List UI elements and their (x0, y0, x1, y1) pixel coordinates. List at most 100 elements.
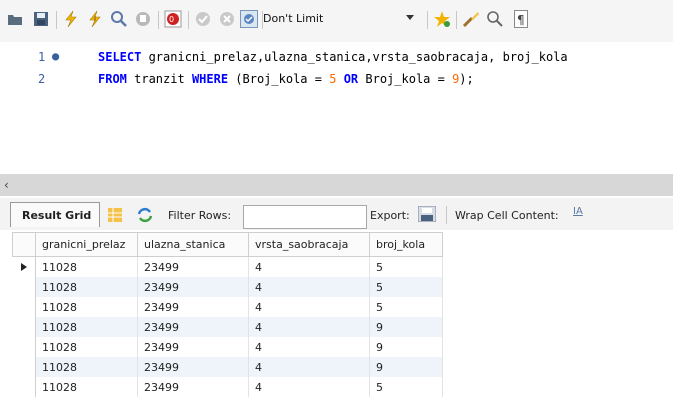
table-cell[interactable]: 4 (248, 337, 370, 357)
sql-text: (Broj_kola = (228, 72, 330, 86)
row-marker[interactable] (12, 256, 36, 277)
current-row-arrow-icon (20, 262, 27, 271)
chevron-down-icon (406, 15, 414, 20)
filter-rows-label: Filter Rows: (168, 209, 232, 222)
svg-text:¶: ¶ (517, 13, 525, 27)
magnifier-icon[interactable] (486, 10, 504, 28)
horizontal-scrollbar[interactable]: ‹ (0, 174, 673, 196)
table-cell[interactable]: 11028 (35, 337, 138, 357)
filter-rows-input[interactable] (243, 205, 367, 229)
sql-text: granicni_prelaz,ulazna_stanica,vrsta_sao… (141, 50, 568, 64)
table-row[interactable]: 11028 23499 4 9 (12, 317, 443, 337)
table-cell[interactable]: 23499 (137, 256, 249, 277)
limit-rows-select[interactable]: Don't Limit (257, 9, 415, 31)
table-cell[interactable]: 4 (248, 317, 370, 337)
table-cell[interactable]: 5 (369, 377, 443, 397)
sql-code: SELECT granicni_prelaz,ulazna_stanica,vr… (98, 46, 568, 68)
table-cell[interactable]: 9 (369, 337, 443, 357)
table-cell[interactable]: 9 (369, 317, 443, 337)
sql-code: FROM tranzit WHERE (Broj_kola = 5 OR Bro… (98, 68, 474, 90)
scroll-left-icon[interactable]: ‹ (4, 178, 9, 192)
column-header[interactable]: granicni_prelaz (35, 232, 138, 257)
explain-icon[interactable] (110, 10, 128, 28)
column-header[interactable]: broj_kola (369, 232, 443, 257)
table-cell[interactable]: 5 (369, 277, 443, 297)
grid-header-row: granicni_prelaz ulazna_stanica vrsta_sao… (12, 232, 443, 257)
table-cell[interactable]: 23499 (137, 377, 249, 397)
stop-on-error-icon[interactable]: 0 (164, 10, 182, 28)
table-row[interactable]: 11028 23499 4 5 (12, 277, 443, 297)
sql-keyword: WHERE (191, 72, 229, 86)
add-to-snippets-icon[interactable] (433, 10, 451, 28)
table-row[interactable]: 11028 23499 4 5 (12, 297, 443, 317)
table-cell[interactable]: 23499 (137, 277, 249, 297)
row-marker-header (12, 232, 36, 257)
table-cell[interactable]: 5 (369, 297, 443, 317)
editor-line[interactable]: 1 ● SELECT granicni_prelaz,ulazna_stanica,… (0, 46, 673, 68)
execute-selection-icon[interactable]: I (86, 10, 104, 28)
table-cell[interactable]: 23499 (137, 297, 249, 317)
sql-text: tranzit (126, 72, 192, 86)
table-cell[interactable]: 11028 (35, 377, 138, 397)
beautify-icon[interactable] (462, 10, 480, 28)
table-cell[interactable]: 23499 (137, 337, 249, 357)
limit-rows-value: Don't Limit (263, 12, 324, 25)
row-marker[interactable] (12, 297, 36, 317)
autocommit-icon[interactable] (240, 10, 258, 28)
row-marker[interactable] (12, 337, 36, 357)
svg-text:I: I (94, 15, 96, 23)
line-number: 1 (38, 50, 46, 64)
invisible-chars-icon[interactable]: ¶ (512, 10, 530, 28)
row-marker[interactable] (12, 277, 36, 297)
commit-icon[interactable] (194, 10, 212, 28)
sql-editor-toolbar: I 0 Don't Limit ¶ (0, 0, 673, 42)
sql-text: Broj_kola = (358, 72, 453, 86)
export-icon[interactable] (417, 205, 437, 225)
grid-view-icon[interactable] (108, 208, 122, 225)
table-row[interactable]: 11028 23499 4 9 (12, 357, 443, 377)
editor-line[interactable]: 2 FROM tranzit WHERE (Broj_kola = 5 OR Br… (0, 68, 673, 90)
sql-keyword: OR (343, 72, 359, 86)
svg-text:0: 0 (169, 15, 174, 24)
table-cell[interactable]: 11028 (35, 277, 138, 297)
table-cell[interactable]: 4 (248, 357, 370, 377)
table-cell[interactable]: 4 (248, 277, 370, 297)
table-cell[interactable]: 4 (248, 256, 370, 277)
sql-keyword: SELECT (98, 50, 142, 64)
save-icon[interactable] (32, 10, 50, 28)
table-row[interactable]: 11028 23499 4 5 (12, 256, 443, 277)
table-cell[interactable]: 4 (248, 297, 370, 317)
row-marker[interactable] (12, 317, 36, 337)
table-cell[interactable]: 23499 (137, 357, 249, 377)
table-cell[interactable]: 9 (369, 357, 443, 377)
export-label: Export: (370, 209, 410, 222)
table-cell[interactable]: 11028 (35, 256, 138, 277)
column-header[interactable]: ulazna_stanica (137, 232, 249, 257)
refresh-icon[interactable] (137, 207, 153, 226)
statement-marker-icon: ● (52, 49, 60, 63)
sql-text: ); (459, 72, 474, 86)
table-cell[interactable]: 4 (248, 377, 370, 397)
table-cell[interactable]: 5 (369, 256, 443, 277)
result-grid-label: Result Grid (22, 209, 92, 222)
execute-icon[interactable] (62, 10, 80, 28)
table-cell[interactable]: 11028 (35, 357, 138, 377)
wrap-cell-content-label: Wrap Cell Content: (455, 209, 559, 222)
table-cell[interactable]: 23499 (137, 317, 249, 337)
rollback-icon[interactable] (218, 10, 236, 28)
stop-icon[interactable] (134, 10, 152, 28)
table-cell[interactable]: 11028 (35, 297, 138, 317)
table-row[interactable]: 11028 23499 4 5 (12, 377, 443, 397)
table-row[interactable]: 11028 23499 4 9 (12, 337, 443, 357)
row-marker[interactable] (12, 357, 36, 377)
folder-icon[interactable] (6, 10, 24, 28)
wrap-cell-content-toggle[interactable]: IA (573, 206, 583, 217)
table-cell[interactable]: 11028 (35, 317, 138, 337)
result-grid[interactable]: granicni_prelaz ulazna_stanica vrsta_sao… (12, 232, 443, 397)
line-number: 2 (38, 72, 46, 86)
column-header[interactable]: vrsta_saobracaja (248, 232, 370, 257)
row-marker[interactable] (12, 377, 36, 397)
sql-keyword: FROM (98, 72, 127, 86)
sql-editor[interactable]: 1 ● SELECT granicni_prelaz,ulazna_stanica,… (0, 42, 673, 170)
